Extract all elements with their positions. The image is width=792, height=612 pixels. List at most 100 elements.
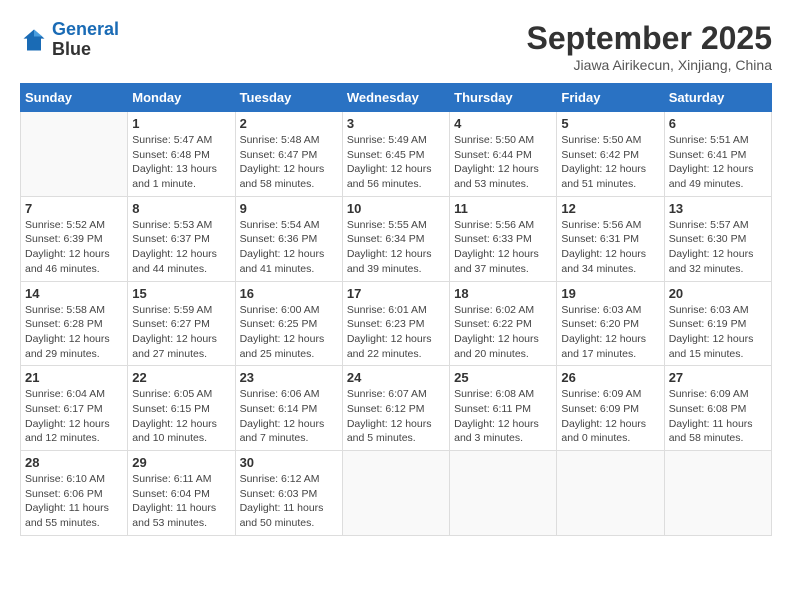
day-info: Sunrise: 6:09 AMSunset: 6:08 PMDaylight:…	[669, 387, 767, 446]
calendar-week-row: 28 Sunrise: 6:10 AMSunset: 6:06 PMDaylig…	[21, 451, 772, 536]
day-number: 15	[132, 286, 230, 301]
calendar-cell	[21, 112, 128, 197]
weekday-header-row: SundayMondayTuesdayWednesdayThursdayFrid…	[21, 84, 772, 112]
day-info: Sunrise: 5:51 AMSunset: 6:41 PMDaylight:…	[669, 133, 767, 192]
day-number: 3	[347, 116, 445, 131]
day-number: 29	[132, 455, 230, 470]
calendar-cell	[664, 451, 771, 536]
day-number: 13	[669, 201, 767, 216]
day-number: 22	[132, 370, 230, 385]
calendar-cell: 9 Sunrise: 5:54 AMSunset: 6:36 PMDayligh…	[235, 196, 342, 281]
weekday-header: Sunday	[21, 84, 128, 112]
day-info: Sunrise: 6:10 AMSunset: 6:06 PMDaylight:…	[25, 472, 123, 531]
logo-text: General Blue	[52, 20, 119, 60]
day-info: Sunrise: 5:53 AMSunset: 6:37 PMDaylight:…	[132, 218, 230, 277]
calendar-week-row: 21 Sunrise: 6:04 AMSunset: 6:17 PMDaylig…	[21, 366, 772, 451]
day-number: 14	[25, 286, 123, 301]
calendar-cell: 20 Sunrise: 6:03 AMSunset: 6:19 PMDaylig…	[664, 281, 771, 366]
day-info: Sunrise: 6:07 AMSunset: 6:12 PMDaylight:…	[347, 387, 445, 446]
calendar-cell: 27 Sunrise: 6:09 AMSunset: 6:08 PMDaylig…	[664, 366, 771, 451]
day-number: 5	[561, 116, 659, 131]
day-number: 25	[454, 370, 552, 385]
day-info: Sunrise: 5:56 AMSunset: 6:33 PMDaylight:…	[454, 218, 552, 277]
calendar-cell: 23 Sunrise: 6:06 AMSunset: 6:14 PMDaylig…	[235, 366, 342, 451]
weekday-header: Thursday	[450, 84, 557, 112]
calendar-cell: 4 Sunrise: 5:50 AMSunset: 6:44 PMDayligh…	[450, 112, 557, 197]
day-number: 17	[347, 286, 445, 301]
page-header: General Blue September 2025 Jiawa Airike…	[20, 20, 772, 73]
calendar-cell: 5 Sunrise: 5:50 AMSunset: 6:42 PMDayligh…	[557, 112, 664, 197]
day-number: 28	[25, 455, 123, 470]
calendar-cell: 8 Sunrise: 5:53 AMSunset: 6:37 PMDayligh…	[128, 196, 235, 281]
day-number: 2	[240, 116, 338, 131]
day-info: Sunrise: 6:01 AMSunset: 6:23 PMDaylight:…	[347, 303, 445, 362]
day-number: 7	[25, 201, 123, 216]
day-number: 18	[454, 286, 552, 301]
logo: General Blue	[20, 20, 119, 60]
calendar-week-row: 1 Sunrise: 5:47 AMSunset: 6:48 PMDayligh…	[21, 112, 772, 197]
weekday-header: Saturday	[664, 84, 771, 112]
calendar-week-row: 7 Sunrise: 5:52 AMSunset: 6:39 PMDayligh…	[21, 196, 772, 281]
calendar-cell: 12 Sunrise: 5:56 AMSunset: 6:31 PMDaylig…	[557, 196, 664, 281]
day-info: Sunrise: 5:52 AMSunset: 6:39 PMDaylight:…	[25, 218, 123, 277]
weekday-header: Monday	[128, 84, 235, 112]
logo-line1: General	[52, 19, 119, 39]
day-info: Sunrise: 5:47 AMSunset: 6:48 PMDaylight:…	[132, 133, 230, 192]
calendar-cell: 28 Sunrise: 6:10 AMSunset: 6:06 PMDaylig…	[21, 451, 128, 536]
calendar-cell: 29 Sunrise: 6:11 AMSunset: 6:04 PMDaylig…	[128, 451, 235, 536]
day-number: 6	[669, 116, 767, 131]
calendar-cell: 7 Sunrise: 5:52 AMSunset: 6:39 PMDayligh…	[21, 196, 128, 281]
day-info: Sunrise: 6:06 AMSunset: 6:14 PMDaylight:…	[240, 387, 338, 446]
day-number: 20	[669, 286, 767, 301]
day-info: Sunrise: 5:49 AMSunset: 6:45 PMDaylight:…	[347, 133, 445, 192]
location: Jiawa Airikecun, Xinjiang, China	[527, 57, 772, 73]
day-number: 11	[454, 201, 552, 216]
logo-icon	[20, 26, 48, 54]
calendar-table: SundayMondayTuesdayWednesdayThursdayFrid…	[20, 83, 772, 536]
day-number: 12	[561, 201, 659, 216]
calendar-cell: 19 Sunrise: 6:03 AMSunset: 6:20 PMDaylig…	[557, 281, 664, 366]
day-info: Sunrise: 6:04 AMSunset: 6:17 PMDaylight:…	[25, 387, 123, 446]
calendar-cell: 6 Sunrise: 5:51 AMSunset: 6:41 PMDayligh…	[664, 112, 771, 197]
calendar-cell: 15 Sunrise: 5:59 AMSunset: 6:27 PMDaylig…	[128, 281, 235, 366]
day-number: 23	[240, 370, 338, 385]
calendar-cell: 30 Sunrise: 6:12 AMSunset: 6:03 PMDaylig…	[235, 451, 342, 536]
day-info: Sunrise: 5:58 AMSunset: 6:28 PMDaylight:…	[25, 303, 123, 362]
calendar-cell: 18 Sunrise: 6:02 AMSunset: 6:22 PMDaylig…	[450, 281, 557, 366]
day-number: 1	[132, 116, 230, 131]
weekday-header: Wednesday	[342, 84, 449, 112]
day-number: 24	[347, 370, 445, 385]
calendar-cell: 26 Sunrise: 6:09 AMSunset: 6:09 PMDaylig…	[557, 366, 664, 451]
day-info: Sunrise: 5:48 AMSunset: 6:47 PMDaylight:…	[240, 133, 338, 192]
day-info: Sunrise: 5:56 AMSunset: 6:31 PMDaylight:…	[561, 218, 659, 277]
day-number: 4	[454, 116, 552, 131]
day-number: 21	[25, 370, 123, 385]
day-info: Sunrise: 6:11 AMSunset: 6:04 PMDaylight:…	[132, 472, 230, 531]
weekday-header: Friday	[557, 84, 664, 112]
day-info: Sunrise: 6:00 AMSunset: 6:25 PMDaylight:…	[240, 303, 338, 362]
calendar-cell: 13 Sunrise: 5:57 AMSunset: 6:30 PMDaylig…	[664, 196, 771, 281]
calendar-cell: 3 Sunrise: 5:49 AMSunset: 6:45 PMDayligh…	[342, 112, 449, 197]
calendar-cell	[557, 451, 664, 536]
calendar-cell: 21 Sunrise: 6:04 AMSunset: 6:17 PMDaylig…	[21, 366, 128, 451]
day-info: Sunrise: 6:02 AMSunset: 6:22 PMDaylight:…	[454, 303, 552, 362]
month-title: September 2025	[527, 20, 772, 57]
day-number: 27	[669, 370, 767, 385]
calendar-cell: 1 Sunrise: 5:47 AMSunset: 6:48 PMDayligh…	[128, 112, 235, 197]
day-number: 16	[240, 286, 338, 301]
calendar-cell: 24 Sunrise: 6:07 AMSunset: 6:12 PMDaylig…	[342, 366, 449, 451]
day-number: 10	[347, 201, 445, 216]
day-info: Sunrise: 5:54 AMSunset: 6:36 PMDaylight:…	[240, 218, 338, 277]
calendar-cell: 22 Sunrise: 6:05 AMSunset: 6:15 PMDaylig…	[128, 366, 235, 451]
day-info: Sunrise: 6:03 AMSunset: 6:19 PMDaylight:…	[669, 303, 767, 362]
day-info: Sunrise: 6:09 AMSunset: 6:09 PMDaylight:…	[561, 387, 659, 446]
day-info: Sunrise: 6:05 AMSunset: 6:15 PMDaylight:…	[132, 387, 230, 446]
calendar-cell: 17 Sunrise: 6:01 AMSunset: 6:23 PMDaylig…	[342, 281, 449, 366]
day-info: Sunrise: 5:50 AMSunset: 6:44 PMDaylight:…	[454, 133, 552, 192]
day-info: Sunrise: 6:08 AMSunset: 6:11 PMDaylight:…	[454, 387, 552, 446]
day-info: Sunrise: 5:57 AMSunset: 6:30 PMDaylight:…	[669, 218, 767, 277]
calendar-cell: 25 Sunrise: 6:08 AMSunset: 6:11 PMDaylig…	[450, 366, 557, 451]
calendar-cell	[450, 451, 557, 536]
day-number: 8	[132, 201, 230, 216]
day-info: Sunrise: 5:50 AMSunset: 6:42 PMDaylight:…	[561, 133, 659, 192]
